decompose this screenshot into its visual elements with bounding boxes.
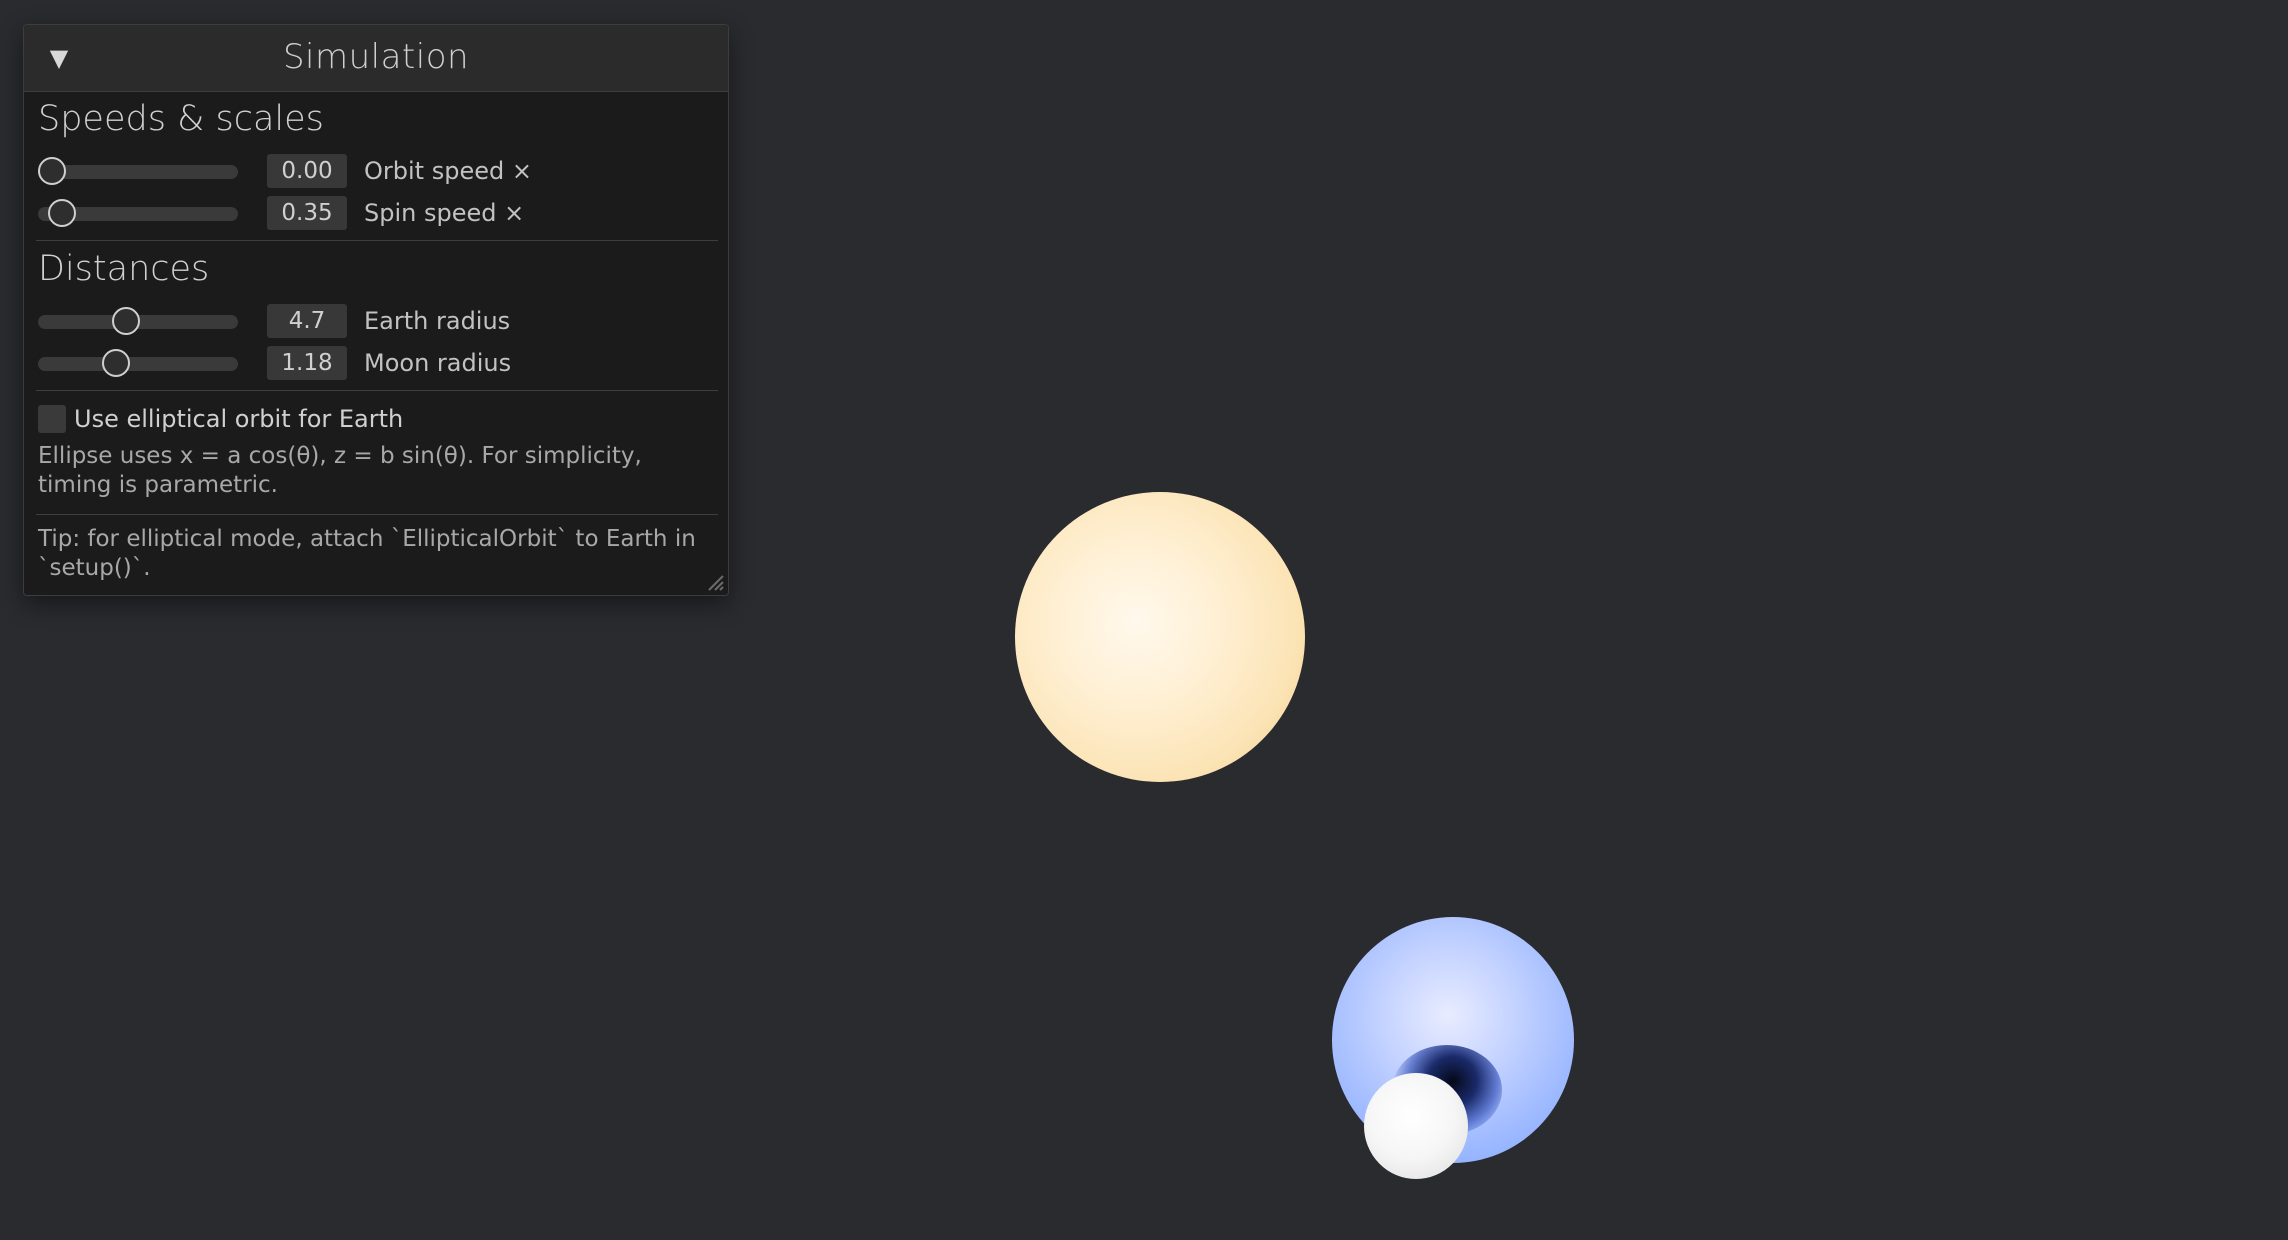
section-title-distances: Distances	[38, 249, 210, 289]
resize-grip-icon[interactable]	[704, 571, 724, 591]
earth-radius-value[interactable]: 4.7	[267, 304, 347, 338]
earth-radius-row: 4.7 Earth radius	[38, 301, 698, 338]
moon-radius-slider-thumb[interactable]	[101, 349, 130, 377]
sun-sphere	[1015, 492, 1305, 782]
ellipse-note: Ellipse uses x = a cos(θ), z = b sin(θ).…	[38, 443, 642, 498]
moon-radius-row: 1.18 Moon radius	[38, 343, 698, 380]
moon-radius-value[interactable]: 1.18	[267, 346, 347, 380]
orbit-speed-value[interactable]: 0.00	[267, 154, 347, 188]
earth-radius-slider-thumb[interactable]	[111, 307, 140, 335]
panel-title: Simulation	[282, 37, 470, 77]
section-divider	[36, 240, 718, 241]
orbit-speed-row: 0.00 Orbit speed ×	[38, 151, 698, 188]
earth-radius-label: Earth radius	[364, 307, 511, 335]
section-divider	[36, 514, 718, 515]
spin-speed-value[interactable]: 0.35	[267, 196, 347, 230]
spin-speed-label: Spin speed ×	[364, 199, 525, 227]
moon-radius-label: Moon radius	[364, 349, 512, 377]
setup-tip: Tip: for elliptical mode, attach `Ellipt…	[38, 526, 696, 581]
elliptical-orbit-label[interactable]: Use elliptical orbit for Earth	[74, 402, 403, 436]
spin-speed-slider-thumb[interactable]	[48, 199, 77, 227]
orbit-speed-slider-track[interactable]	[38, 165, 238, 179]
elliptical-orbit-checkbox[interactable]	[38, 405, 66, 433]
orbit-speed-slider-thumb[interactable]	[38, 157, 66, 185]
orbit-speed-label: Orbit speed ×	[364, 157, 532, 185]
moon-sphere	[1364, 1073, 1468, 1179]
simulation-panel: ▼ Simulation Speeds & scales 0.00 Orbit …	[23, 24, 729, 596]
moon-radius-slider-track[interactable]	[38, 357, 238, 371]
section-title-speeds: Speeds & scales	[38, 99, 324, 139]
section-divider	[36, 390, 718, 391]
spin-speed-row: 0.35 Spin speed ×	[38, 193, 698, 230]
panel-header[interactable]: ▼ Simulation	[24, 25, 728, 92]
